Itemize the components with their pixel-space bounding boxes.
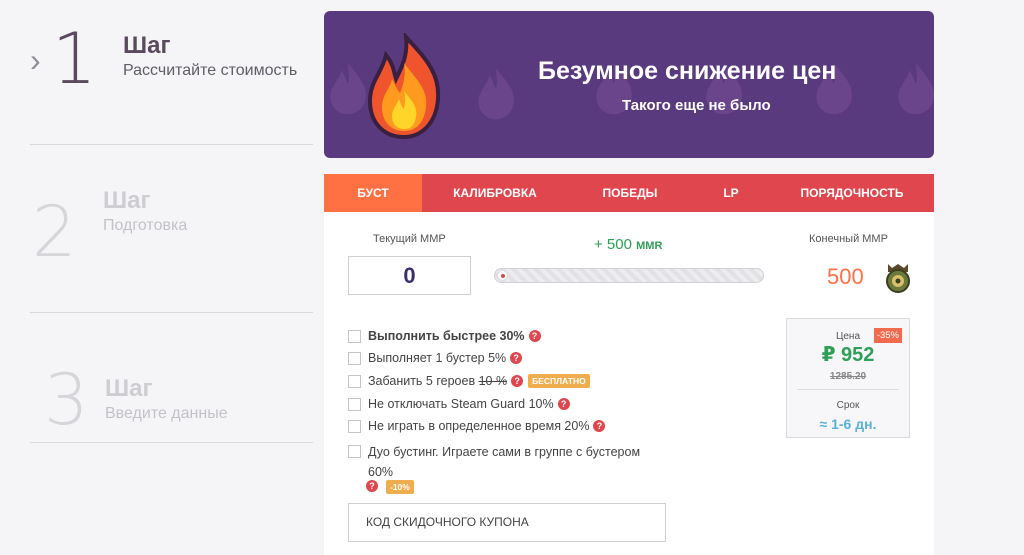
option-faster: Выполнить быстрее 30%?	[348, 329, 541, 343]
help-icon[interactable]: ?	[593, 420, 606, 432]
final-mmr-label: Конечный ММР	[809, 233, 888, 245]
promo-banner[interactable]: Безумное снижение цен Такого еще не было	[324, 11, 934, 158]
discount-badge: -10%	[386, 480, 414, 494]
option-play-time: Не играть в определенное время 20%?	[348, 419, 606, 433]
mmr-slider[interactable]	[494, 268, 764, 283]
help-icon[interactable]: ?	[366, 480, 378, 492]
option-ban-heroes: Забанить 5 героев 10 %? БЕСПЛАТНО	[348, 374, 590, 388]
step-subtitle: Рассчитайте стоимость	[123, 62, 298, 79]
price-box: -35% Цена ₽ 952 1285.20 Срок ≈ 1-6 дн.	[786, 318, 910, 438]
increment-value: + 500	[594, 236, 632, 253]
option-label: Не отключать Steam Guard 10%	[368, 397, 554, 411]
option-checkbox[interactable]	[348, 330, 361, 343]
option-duo-extra: ? -10%	[362, 480, 414, 494]
step-title: Шаг	[123, 32, 171, 59]
option-steam-guard: Не отключать Steam Guard 10%?	[348, 397, 570, 411]
option-label: Дуо бустинг. Играете сами в группе с бус…	[368, 445, 641, 479]
step-3: 3 Шаг Введите данные	[30, 313, 313, 443]
flame-pattern-icon	[478, 68, 514, 120]
help-icon[interactable]: ?	[528, 330, 541, 342]
tab-lp[interactable]: LP	[692, 174, 770, 212]
tab-calibration[interactable]: КАЛИБРОВКА	[422, 174, 568, 212]
step-subtitle: Введите данные	[105, 405, 228, 422]
option-duo: Дуо бустинг. Играете сами в группе с бус…	[348, 442, 648, 482]
increment-unit: MMR	[636, 240, 663, 252]
option-label: Не играть в определенное время 20%	[368, 419, 590, 433]
service-tabs: БУСТ КАЛИБРОВКА ПОБЕДЫ LP ПОРЯДОЧНОСТЬ	[324, 174, 934, 212]
option-old-percent: 10 %	[478, 374, 508, 388]
current-mmr-label: Текущий ММР	[373, 233, 446, 245]
slider-handle[interactable]	[497, 270, 508, 281]
option-label: Забанить 5 героев	[368, 374, 479, 388]
current-mmr-input[interactable]: 0	[348, 256, 471, 295]
banner-subtitle: Такого еще не было	[622, 97, 771, 114]
help-icon[interactable]: ?	[510, 352, 523, 364]
option-label: Выполняет 1 бустер 5%	[368, 351, 507, 365]
step-number: 3	[44, 359, 89, 441]
step-number: 1	[52, 18, 97, 100]
help-icon[interactable]: ?	[511, 375, 524, 387]
mmr-increment: + 500 MMR	[594, 236, 662, 253]
divider	[797, 389, 899, 390]
step-1: › 1 Шаг Рассчитайте стоимость	[30, 0, 313, 145]
step-number: 2	[32, 191, 77, 273]
old-price: 1285.20	[829, 371, 867, 382]
tab-boost[interactable]: БУСТ	[324, 174, 422, 212]
banner-title: Безумное снижение цен	[538, 57, 837, 85]
flame-pattern-icon	[898, 63, 934, 115]
step-subtitle: Подготовка	[103, 217, 188, 234]
price-value: ₽ 952	[821, 344, 875, 366]
fire-icon	[367, 33, 441, 140]
coupon-input[interactable]: КОД СКИДОЧНОГО КУПОНА	[348, 503, 666, 542]
option-checkbox[interactable]	[348, 445, 361, 458]
chevron-right-icon: ›	[30, 42, 41, 78]
price-label: Цена	[835, 331, 861, 342]
step-title: Шаг	[105, 375, 153, 402]
option-checkbox[interactable]	[348, 375, 361, 388]
tab-wins[interactable]: ПОБЕДЫ	[568, 174, 692, 212]
help-icon[interactable]: ?	[557, 398, 570, 410]
option-checkbox[interactable]	[348, 352, 361, 365]
step-2: 2 Шаг Подготовка	[30, 145, 313, 313]
option-checkbox[interactable]	[348, 398, 361, 411]
option-label: Выполнить быстрее 30%	[368, 329, 525, 343]
option-single-booster: Выполняет 1 бустер 5%?	[348, 351, 523, 365]
tab-behavior[interactable]: ПОРЯДОЧНОСТЬ	[770, 174, 934, 212]
calculator-panel: Текущий ММР 0 + 500 MMR Конечный ММР 500…	[324, 212, 934, 555]
step-title: Шаг	[103, 187, 151, 214]
term-value: ≈ 1-6 дн.	[819, 416, 877, 432]
free-badge: БЕСПЛАТНО	[528, 374, 590, 388]
rank-medal-icon	[886, 264, 910, 293]
option-checkbox[interactable]	[348, 420, 361, 433]
term-label: Срок	[836, 400, 860, 411]
final-mmr-value: 500	[827, 264, 864, 289]
